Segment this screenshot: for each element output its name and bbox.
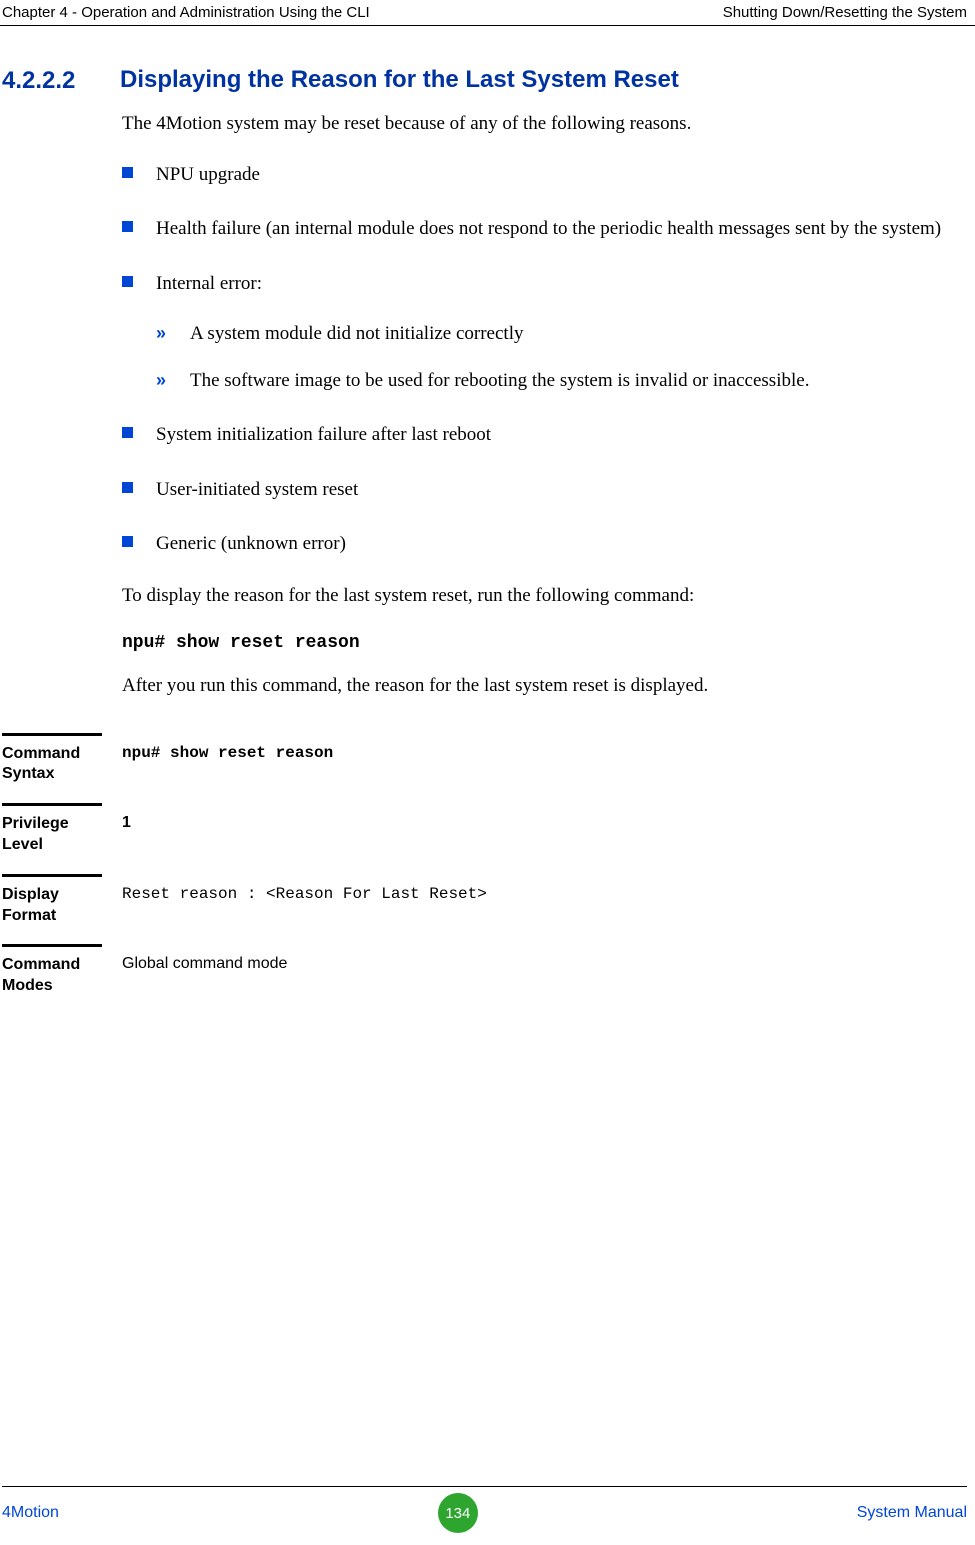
page-footer: 4Motion 134 System Manual xyxy=(2,1486,967,1533)
page-number: 134 xyxy=(445,1505,470,1522)
command-syntax-value: npu# show reset reason xyxy=(122,733,955,762)
paragraph: After you run this command, the reason f… xyxy=(122,675,955,697)
list-item: NPU upgrade xyxy=(122,161,955,190)
command-modes-row: Command Modes Global command mode xyxy=(2,944,955,997)
list-item-text: User-initiated system reset xyxy=(156,479,358,500)
list-item-text: Health failure (an internal module does … xyxy=(156,218,941,239)
list-item: System initialization failure after last… xyxy=(122,421,955,450)
section-title: Displaying the Reason for the Last Syste… xyxy=(120,66,679,93)
paragraph: To display the reason for the last syste… xyxy=(122,585,955,607)
command-syntax-label: Command Syntax xyxy=(2,733,102,786)
privilege-level-row: Privilege Level 1 xyxy=(2,803,955,856)
intro-paragraph: The 4Motion system may be reset because … xyxy=(122,113,955,135)
header-left: Chapter 4 - Operation and Administration… xyxy=(2,4,370,21)
command-syntax-row: Command Syntax npu# show reset reason xyxy=(2,733,955,786)
command-modes-label: Command Modes xyxy=(2,944,102,997)
section-heading: 4.2.2.2Displaying the Reason for the Las… xyxy=(2,66,955,95)
sub-list: A system module did not initialize corre… xyxy=(156,320,955,395)
display-format-label: Display Format xyxy=(2,874,102,927)
sub-list-item-text: The software image to be used for reboot… xyxy=(190,370,809,391)
display-format-row: Display Format Reset reason : <Reason Fo… xyxy=(2,874,955,927)
footer-left: 4Motion xyxy=(2,1504,59,1522)
sub-list-item-text: A system module did not initialize corre… xyxy=(190,323,523,344)
header-right: Shutting Down/Resetting the System xyxy=(723,4,967,21)
list-item-text: Generic (unknown error) xyxy=(156,533,346,554)
display-format-value: Reset reason : <Reason For Last Reset> xyxy=(122,874,955,903)
list-item: Health failure (an internal module does … xyxy=(122,215,955,244)
footer-right: System Manual xyxy=(857,1504,967,1522)
sub-list-item: A system module did not initialize corre… xyxy=(156,320,955,349)
list-item: User-initiated system reset xyxy=(122,476,955,505)
page-number-badge: 134 xyxy=(438,1493,478,1533)
page-content: 4.2.2.2Displaying the Reason for the Las… xyxy=(0,26,975,997)
list-item: Generic (unknown error) xyxy=(122,530,955,559)
page-header: Chapter 4 - Operation and Administration… xyxy=(0,0,975,26)
privilege-level-label: Privilege Level xyxy=(2,803,102,856)
list-item-text: Internal error: xyxy=(156,273,262,294)
command-modes-value: Global command mode xyxy=(122,944,955,973)
bullet-list: NPU upgrade Health failure (an internal … xyxy=(122,161,955,559)
command-line: npu# show reset reason xyxy=(122,633,955,653)
list-item-text: NPU upgrade xyxy=(156,164,260,185)
list-item-text: System initialization failure after last… xyxy=(156,424,491,445)
privilege-level-value: 1 xyxy=(122,803,955,832)
section-number: 4.2.2.2 xyxy=(2,67,120,95)
list-item: Internal error: A system module did not … xyxy=(122,270,955,396)
sub-list-item: The software image to be used for reboot… xyxy=(156,367,955,396)
